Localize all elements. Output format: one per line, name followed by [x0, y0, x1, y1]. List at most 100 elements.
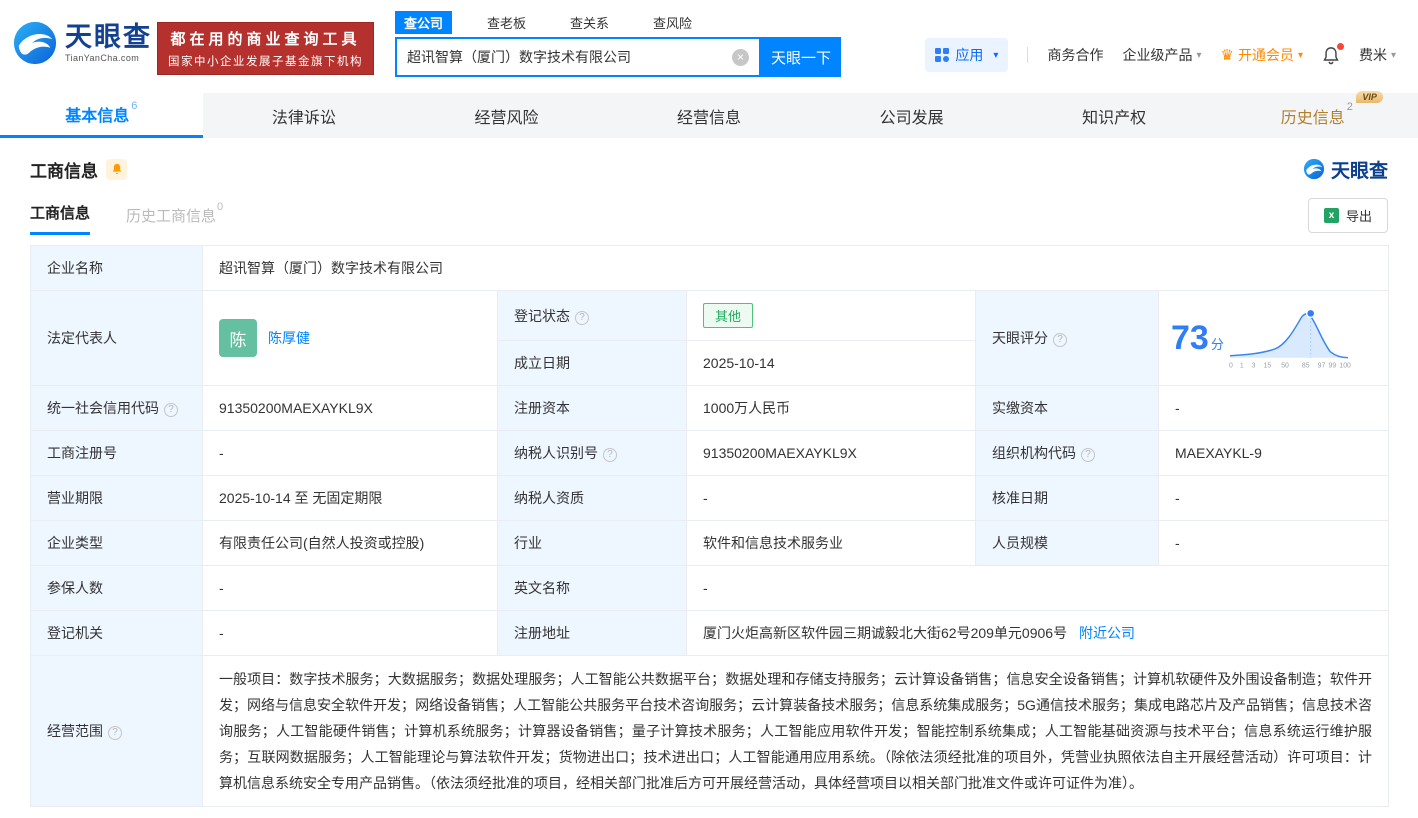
tianyancha-logo[interactable]: 天眼查 TianYanCha.com: [12, 20, 152, 66]
search-tab-risk[interactable]: 查风险: [644, 11, 701, 34]
value-paid-capital: -: [1157, 385, 1390, 431]
notification-bell-icon[interactable]: [1322, 42, 1344, 65]
vip-badge: VIP: [1356, 90, 1383, 103]
value-taxpayer-qualification: -: [686, 475, 976, 521]
score-distribution-chart: 0 1 3 15 50 85 97 99 100: [1229, 308, 1351, 370]
svg-text:0: 0: [1229, 363, 1233, 370]
label-tianyan-score: 天眼评分?: [975, 290, 1159, 386]
value-registered-capital: 1000万人民币: [686, 385, 976, 431]
label-established-date: 成立日期: [497, 340, 687, 386]
svg-text:15: 15: [1263, 363, 1271, 370]
search-input-wrap: ×: [395, 37, 761, 77]
label-taxpayer-qualification: 纳税人资质: [497, 475, 687, 521]
value-company-type: 有限责任公司(自然人投资或控股): [202, 520, 498, 566]
slogan-line1: 都在用的商业查询工具: [170, 31, 361, 48]
help-icon[interactable]: ?: [575, 310, 589, 325]
subtab-business-info[interactable]: 工商信息: [30, 202, 91, 235]
slogan-banner: 都在用的商业查询工具 国家中小企业发展子基金旗下机构: [157, 22, 374, 75]
svg-text:50: 50: [1281, 363, 1289, 370]
value-staff-size: -: [1157, 520, 1390, 566]
label-paid-capital: 实缴资本: [975, 385, 1159, 431]
table-row: 统一社会信用代码? 91350200MAEXAYKL9X 注册资本 1000万人…: [30, 385, 1390, 431]
label-uscc: 统一社会信用代码?: [30, 385, 203, 431]
tianyancha-logo-icon: [13, 21, 57, 65]
tab-operation-info[interactable]: 经营信息: [608, 93, 811, 138]
status-badge: 其他: [703, 303, 754, 328]
svg-text:97: 97: [1318, 363, 1326, 370]
menu-user[interactable]: 费米 ▾: [1359, 45, 1396, 65]
label-business-term: 营业期限: [30, 475, 203, 521]
section-head: 工商信息 天眼查: [30, 156, 1388, 182]
label-company-type: 企业类型: [30, 520, 203, 566]
table-row: 登记机关 - 注册地址 厦门火炬高新区软件园三期诚毅北大街62号209单元090…: [30, 610, 1390, 656]
svg-text:85: 85: [1302, 363, 1310, 370]
score-number: 73 分: [1171, 318, 1224, 357]
label-staff-size: 人员规模: [975, 520, 1159, 566]
menu-business-cooperation[interactable]: 商务合作: [1047, 45, 1103, 65]
value-approval-date: -: [1157, 475, 1390, 521]
label-legal-rep: 法定代表人: [30, 290, 203, 386]
business-info-table: 企业名称 超讯智算（厦门）数字技术有限公司 法定代表人 陈 陈厚健 登记状态? …: [30, 245, 1390, 807]
table-row: 法定代表人 陈 陈厚健 登记状态? 其他 天眼评分? 73 分 0 1 3 15…: [30, 290, 1390, 386]
value-taxpayer-id: 91350200MAEXAYKL9X: [686, 430, 976, 476]
tab-operation-risk[interactable]: 经营风险: [405, 93, 608, 138]
apps-menu[interactable]: 应用 ▾: [925, 38, 1009, 72]
search-type-tabs: 查公司 查老板 查关系 查风险: [395, 10, 841, 34]
excel-icon: x: [1323, 208, 1339, 223]
label-registration-number: 工商注册号: [30, 430, 203, 476]
subtab-history-business-info[interactable]: 历史工商信息0: [126, 201, 223, 235]
label-registered-capital: 注册资本: [497, 385, 687, 431]
search-tab-relation[interactable]: 查关系: [561, 11, 618, 34]
apps-menu-label: 应用: [955, 47, 984, 63]
table-row: 营业期限 2025-10-14 至 无固定期限 纳税人资质 - 核准日期 -: [30, 475, 1390, 521]
help-icon[interactable]: ?: [1053, 333, 1067, 347]
crown-icon: ♛: [1220, 47, 1234, 64]
menu-open-vip[interactable]: ♛ 开通会员 ▾: [1220, 45, 1302, 65]
top-menu: 应用 ▾ 商务合作 企业级产品 ▾ ♛ 开通会员 ▾ 费米 ▾: [925, 38, 1396, 72]
table-row: 企业类型 有限责任公司(自然人投资或控股) 行业 软件和信息技术服务业 人员规模…: [30, 520, 1390, 566]
slogan-line2: 国家中小企业发展子基金旗下机构: [168, 56, 363, 68]
nearby-companies-link[interactable]: 附近公司: [1079, 625, 1135, 641]
svg-text:1: 1: [1240, 363, 1244, 370]
search-area: 查公司 查老板 查关系 查风险 × 天眼一下: [395, 10, 841, 77]
search-button[interactable]: 天眼一下: [761, 37, 841, 77]
search-tab-boss[interactable]: 查老板: [478, 11, 535, 34]
value-company-name: 超讯智算（厦门）数字技术有限公司: [201, 245, 1390, 291]
value-legal-rep: 陈 陈厚健: [202, 290, 498, 386]
label-english-name: 英文名称: [497, 565, 687, 611]
clear-search-icon[interactable]: ×: [732, 48, 749, 66]
company-nav-tabs: 基本信息6 法律诉讼 经营风险 经营信息 公司发展 知识产权 VIP 历史信息2: [0, 90, 1418, 138]
value-registry-authority: -: [202, 610, 498, 656]
subtabs-row: 工商信息 历史工商信息0 x 导出: [30, 198, 1388, 235]
help-icon[interactable]: ?: [1081, 448, 1095, 462]
legal-rep-link[interactable]: 陈厚健: [268, 328, 310, 348]
search-input[interactable]: [407, 49, 732, 65]
legal-rep-avatar[interactable]: 陈: [219, 319, 257, 357]
tab-legal-proceedings[interactable]: 法律诉讼: [203, 93, 406, 138]
help-icon[interactable]: ?: [164, 403, 178, 417]
grid-icon: [935, 48, 950, 62]
topbar: 天眼查 TianYanCha.com 都在用的商业查询工具 国家中小企业发展子基…: [0, 0, 1418, 93]
tab-history-info[interactable]: VIP 历史信息2: [1215, 90, 1418, 138]
help-icon[interactable]: ?: [108, 726, 122, 740]
tab-basic-info[interactable]: 基本信息6: [0, 93, 203, 138]
tianyancha-watermark-icon: [1303, 158, 1325, 180]
value-insured-count: -: [202, 565, 498, 611]
value-industry: 软件和信息技术服务业: [686, 520, 976, 566]
search-tab-company[interactable]: 查公司: [395, 10, 453, 34]
help-icon[interactable]: ?: [603, 448, 617, 462]
label-org-code: 组织机构代码?: [975, 430, 1159, 476]
label-registration-status: 登记状态?: [497, 290, 687, 341]
export-button[interactable]: x 导出: [1307, 198, 1388, 233]
tab-intellectual-property[interactable]: 知识产权: [1013, 93, 1216, 138]
label-registered-address: 注册地址: [497, 610, 687, 656]
tab-count: 2: [1346, 101, 1353, 114]
subscribe-bell-icon[interactable]: [106, 158, 127, 180]
menu-divider: [1027, 47, 1029, 63]
logo-subtitle: TianYanCha.com: [65, 52, 140, 63]
value-english-name: -: [685, 565, 1390, 611]
menu-enterprise-products[interactable]: 企业级产品 ▾: [1122, 45, 1201, 65]
svg-text:99: 99: [1328, 363, 1336, 370]
tab-company-development[interactable]: 公司发展: [810, 93, 1013, 138]
svg-text:3: 3: [1251, 363, 1255, 370]
